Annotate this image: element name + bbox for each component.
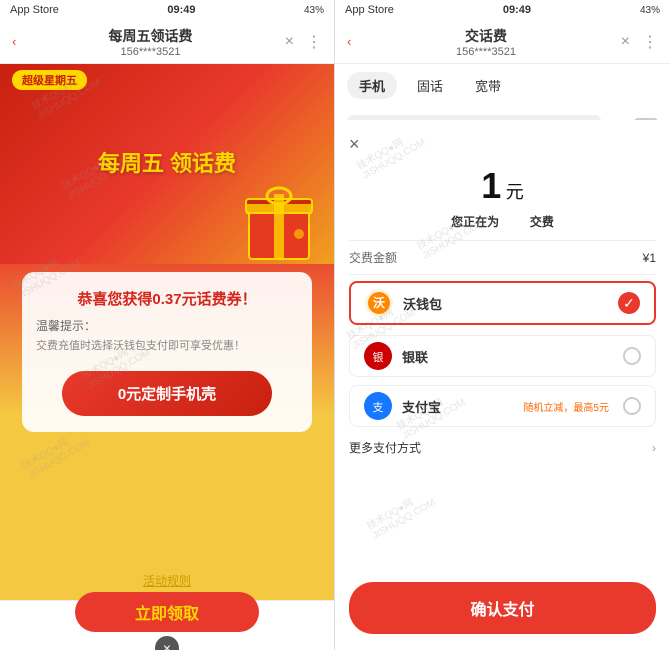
- payment-method-woquanbao[interactable]: 沃 沃钱包 ✓: [349, 281, 656, 325]
- unionpay-label: 银联: [402, 347, 613, 366]
- unionpay-icon: 银: [364, 342, 392, 370]
- more-button-right[interactable]: ⋮: [642, 32, 658, 52]
- banner: 超级星期五 每周五 领话费: [0, 64, 334, 264]
- alipay-icon: 支: [364, 392, 392, 420]
- close-icon-bottom-left[interactable]: ×: [155, 636, 179, 650]
- reward-card: 恭喜您获得0.37元话费券！ 温馨提示： 交费充值时选择沃钱包支付即可享受优惠！…: [22, 272, 312, 432]
- svg-text:沃: 沃: [373, 295, 385, 310]
- fee-label: 交费金额: [349, 249, 397, 266]
- alipay-discount: 随机立减，最高5元: [523, 399, 609, 414]
- activity-rules[interactable]: 活动规则: [0, 572, 334, 590]
- banner-title: 每周五 领话费: [98, 150, 236, 179]
- for-suffix: 交费: [530, 215, 554, 229]
- payment-for: 您正在为 交费: [335, 213, 670, 230]
- payment-overlay: × 1 元 您正在为 交费 交费金额 ¥1 沃: [335, 120, 670, 650]
- payment-method-alipay[interactable]: 支 支付宝 随机立减，最高5元: [349, 385, 656, 427]
- tabs-row: 手机 固话 宽带: [335, 64, 670, 107]
- battery-right: 43%: [640, 5, 660, 16]
- card-tip-content: 交费充值时选择沃钱包支付即可享受优惠！: [36, 338, 298, 355]
- more-arrow-icon: ›: [652, 441, 656, 455]
- app-store-label-right: App Store: [345, 4, 394, 16]
- card-container: 恭喜您获得0.37元话费券！ 温馨提示： 交费充值时选择沃钱包支付即可享受优惠！…: [0, 264, 334, 482]
- claim-button[interactable]: 立即领取: [75, 592, 259, 632]
- tab-landline[interactable]: 固话: [405, 72, 455, 99]
- fee-row: 交费金额 ¥1: [335, 241, 670, 274]
- nav-title-right: 交话费 156****3521: [351, 26, 620, 58]
- payment-header: ×: [335, 120, 670, 155]
- status-bar-left: App Store 09:49 43%: [0, 0, 334, 20]
- woquanbao-selected-icon: ✓: [618, 292, 640, 314]
- alipay-label: 支付宝: [402, 397, 507, 416]
- nav-bar-right: ‹ 交话费 156****3521 × ⋮: [335, 20, 670, 64]
- time-right: 09:49: [503, 4, 531, 16]
- for-prefix: 您正在为: [451, 215, 499, 229]
- close-button-left[interactable]: ×: [285, 33, 294, 51]
- divider-2: [349, 274, 656, 275]
- nav-main-title-left: 每周五领话费: [16, 26, 284, 46]
- nav-bar-left: ‹ 每周五领话费 156****3521 × ⋮: [0, 20, 334, 64]
- woquanbao-label: 沃钱包: [403, 294, 608, 313]
- activity-rules-label[interactable]: 活动规则: [143, 574, 191, 588]
- close-button-right[interactable]: ×: [621, 33, 630, 51]
- confirm-pay-button[interactable]: 确认支付: [349, 582, 656, 634]
- payment-method-unionpay[interactable]: 银 银联: [349, 335, 656, 377]
- amount-value: 1: [481, 165, 501, 206]
- card-tip-title: 温馨提示：: [36, 317, 298, 334]
- right-panel: App Store 09:49 43% ‹ 交话费 156****3521 × …: [335, 0, 670, 650]
- status-bar-right: App Store 09:49 43%: [335, 0, 670, 20]
- alipay-radio: [623, 397, 641, 415]
- unionpay-radio: [623, 347, 641, 365]
- tab-broadband[interactable]: 宽带: [463, 72, 513, 99]
- left-content: 超级星期五 每周五 领话费 恭喜您获得0.37元话费券！ 温馨提示： 交费充值时…: [0, 64, 334, 650]
- svg-text:银: 银: [373, 350, 384, 364]
- nav-main-title-right: 交话费: [351, 26, 620, 46]
- nav-sub-title-left: 156****3521: [16, 46, 284, 58]
- battery-left: 43%: [304, 5, 324, 16]
- payment-amount: 1 元: [335, 155, 670, 213]
- app-store-label-left: App Store: [10, 4, 59, 16]
- nav-title-left: 每周五领话费 156****3521: [16, 26, 284, 58]
- more-methods-label: 更多支付方式: [349, 439, 421, 456]
- banner-tag: 超级星期五: [12, 70, 87, 90]
- payment-close-button[interactable]: ×: [349, 134, 360, 155]
- bottom-bar-left: 立即领取 ×: [0, 600, 334, 650]
- amount-unit: 元: [506, 182, 524, 202]
- left-panel: App Store 09:49 43% ‹ 每周五领话费 156****3521…: [0, 0, 335, 650]
- gift-icon: [234, 174, 324, 264]
- nav-sub-title-right: 156****3521: [351, 46, 620, 58]
- more-button-left[interactable]: ⋮: [306, 32, 322, 52]
- customize-button[interactable]: 0元定制手机壳: [62, 371, 272, 416]
- card-title: 恭喜您获得0.37元话费券！: [36, 288, 298, 309]
- time-left: 09:49: [167, 4, 195, 16]
- more-methods[interactable]: 更多支付方式 ›: [335, 431, 670, 464]
- tab-phone[interactable]: 手机: [347, 72, 397, 99]
- woquanbao-icon: 沃: [365, 289, 393, 317]
- fee-amount: ¥1: [643, 251, 656, 265]
- svg-text:支: 支: [373, 401, 384, 414]
- for-name: [502, 215, 526, 229]
